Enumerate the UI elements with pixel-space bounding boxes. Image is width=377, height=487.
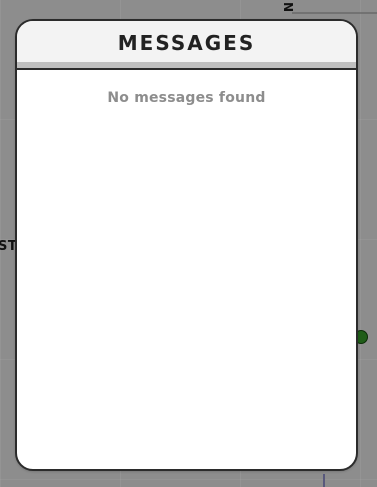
empty-state-text: No messages found xyxy=(107,90,266,106)
map-road-line xyxy=(292,0,377,14)
messages-title: MESSAGES xyxy=(117,30,256,55)
messages-header: MESSAGES xyxy=(17,21,356,70)
messages-panel: MESSAGES No messages found xyxy=(15,19,358,471)
messages-list: No messages found xyxy=(17,68,356,461)
map-label-top-right: N xyxy=(281,2,295,13)
map-road-line xyxy=(323,474,325,487)
